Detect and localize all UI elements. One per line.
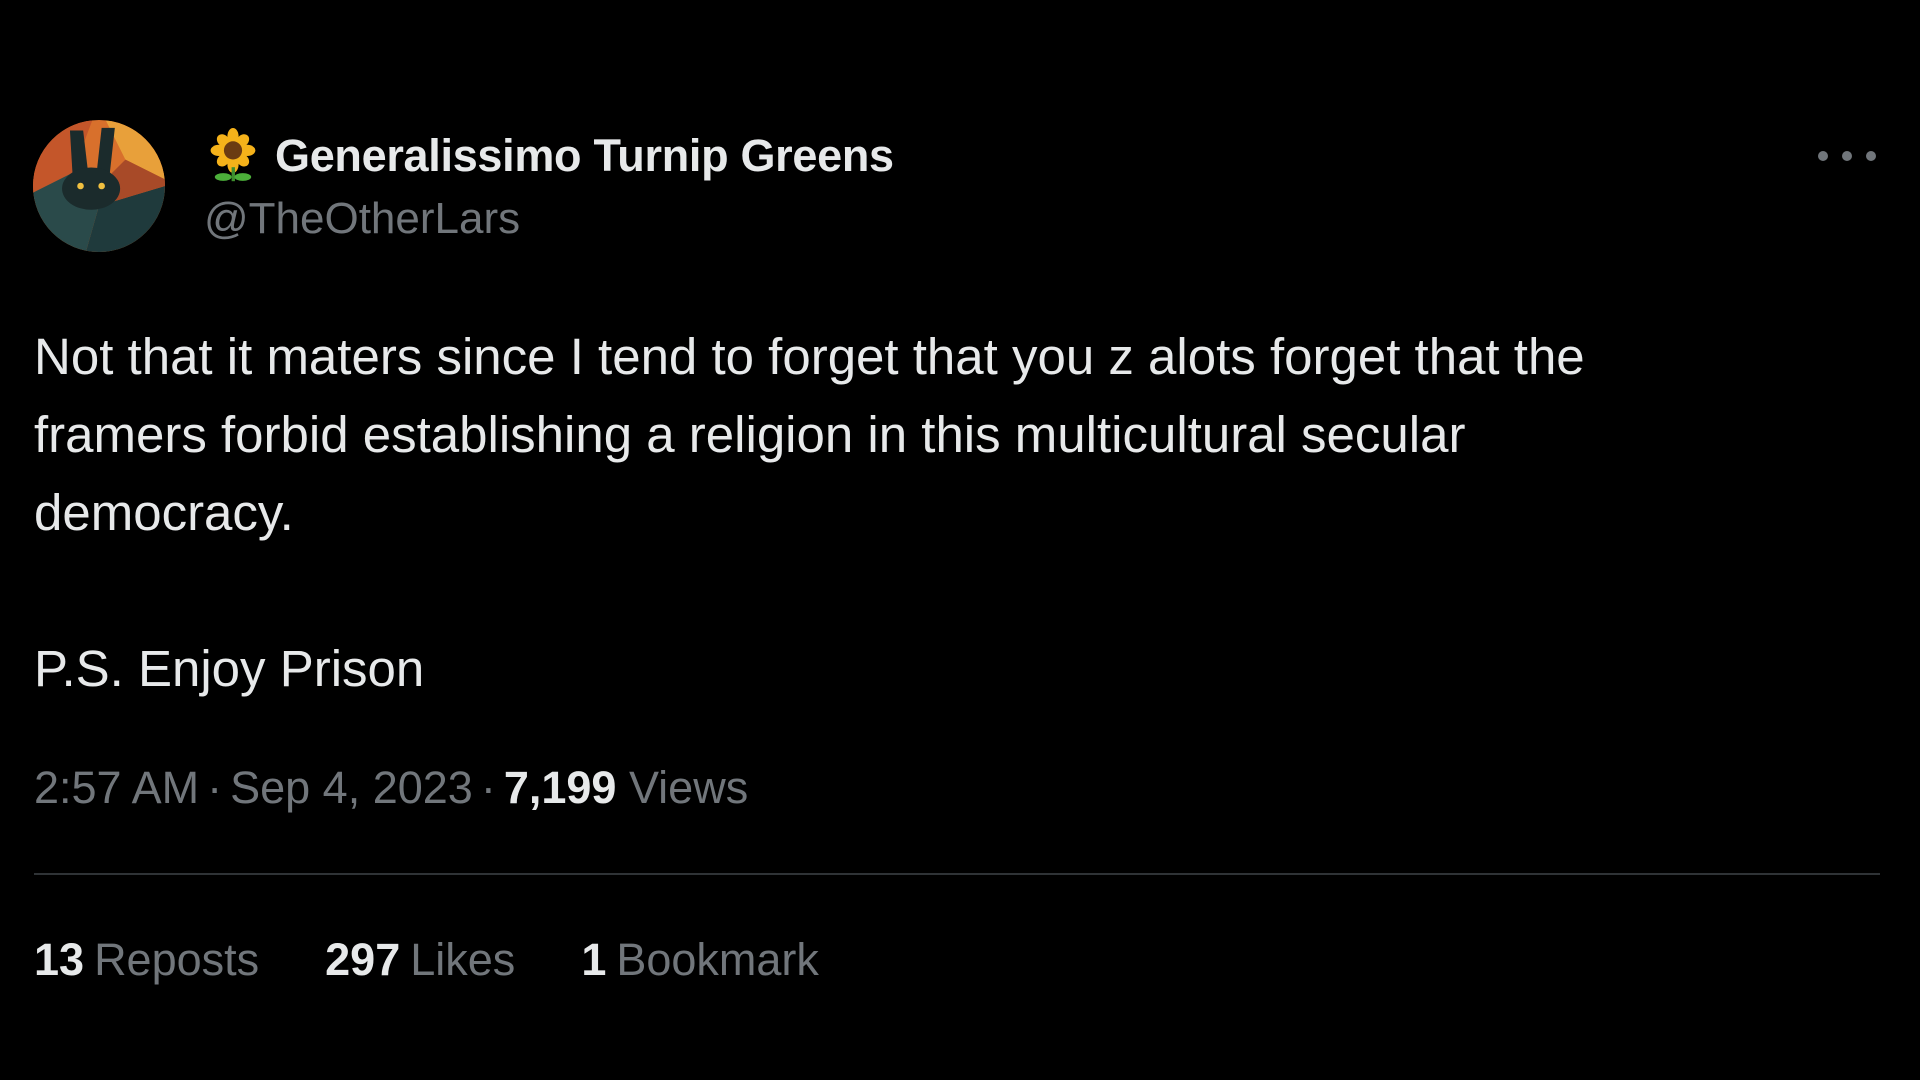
engagement-stats: 13 Reposts 297 Likes 1 Bookmark: [34, 934, 885, 986]
tweet: Generalissimo Turnip Greens @TheOtherLar…: [0, 0, 1920, 1080]
tweet-text-line: framers forbid establishing a religion i…: [34, 406, 1466, 463]
views-count: 7,199: [503, 762, 617, 813]
bookmarks-label: Bookmark: [616, 934, 819, 985]
views-label: Views: [628, 762, 749, 813]
sunflower-icon: [205, 128, 261, 184]
author-handle[interactable]: @TheOtherLars: [204, 194, 520, 244]
tweet-meta: 2:57 AM · Sep 4, 2023 · 7,199 Views: [34, 762, 748, 814]
more-dot-icon: [1842, 151, 1852, 161]
tweet-text-line: Not that it maters since I tend to forge…: [34, 328, 1585, 385]
avatar[interactable]: [33, 120, 165, 252]
meta-separator: ·: [207, 762, 223, 813]
bookmarks-stat[interactable]: 1 Bookmark: [581, 934, 819, 986]
author-display-name[interactable]: Generalissimo Turnip Greens: [275, 130, 894, 182]
reposts-label: Reposts: [94, 934, 260, 985]
reposts-count: 13: [34, 934, 85, 985]
tweet-time[interactable]: 2:57 AM: [34, 762, 199, 813]
reposts-stat[interactable]: 13 Reposts: [34, 934, 259, 986]
likes-label: Likes: [410, 934, 516, 985]
likes-count: 297: [325, 934, 401, 985]
author-name-row[interactable]: Generalissimo Turnip Greens: [205, 128, 894, 184]
meta-separator: ·: [480, 762, 496, 813]
tweet-text-ps: P.S. Enjoy Prison: [34, 640, 425, 697]
bookmarks-count: 1: [581, 934, 607, 985]
divider: [34, 873, 1880, 875]
avatar-image: [33, 120, 165, 252]
likes-stat[interactable]: 297 Likes: [325, 934, 515, 986]
more-dot-icon: [1818, 151, 1828, 161]
more-options-button[interactable]: [1818, 138, 1876, 174]
more-dot-icon: [1866, 151, 1876, 161]
tweet-text: Not that it maters since I tend to forge…: [34, 318, 1894, 708]
tweet-date[interactable]: Sep 4, 2023: [230, 762, 473, 813]
tweet-text-line: democracy.: [34, 484, 294, 541]
